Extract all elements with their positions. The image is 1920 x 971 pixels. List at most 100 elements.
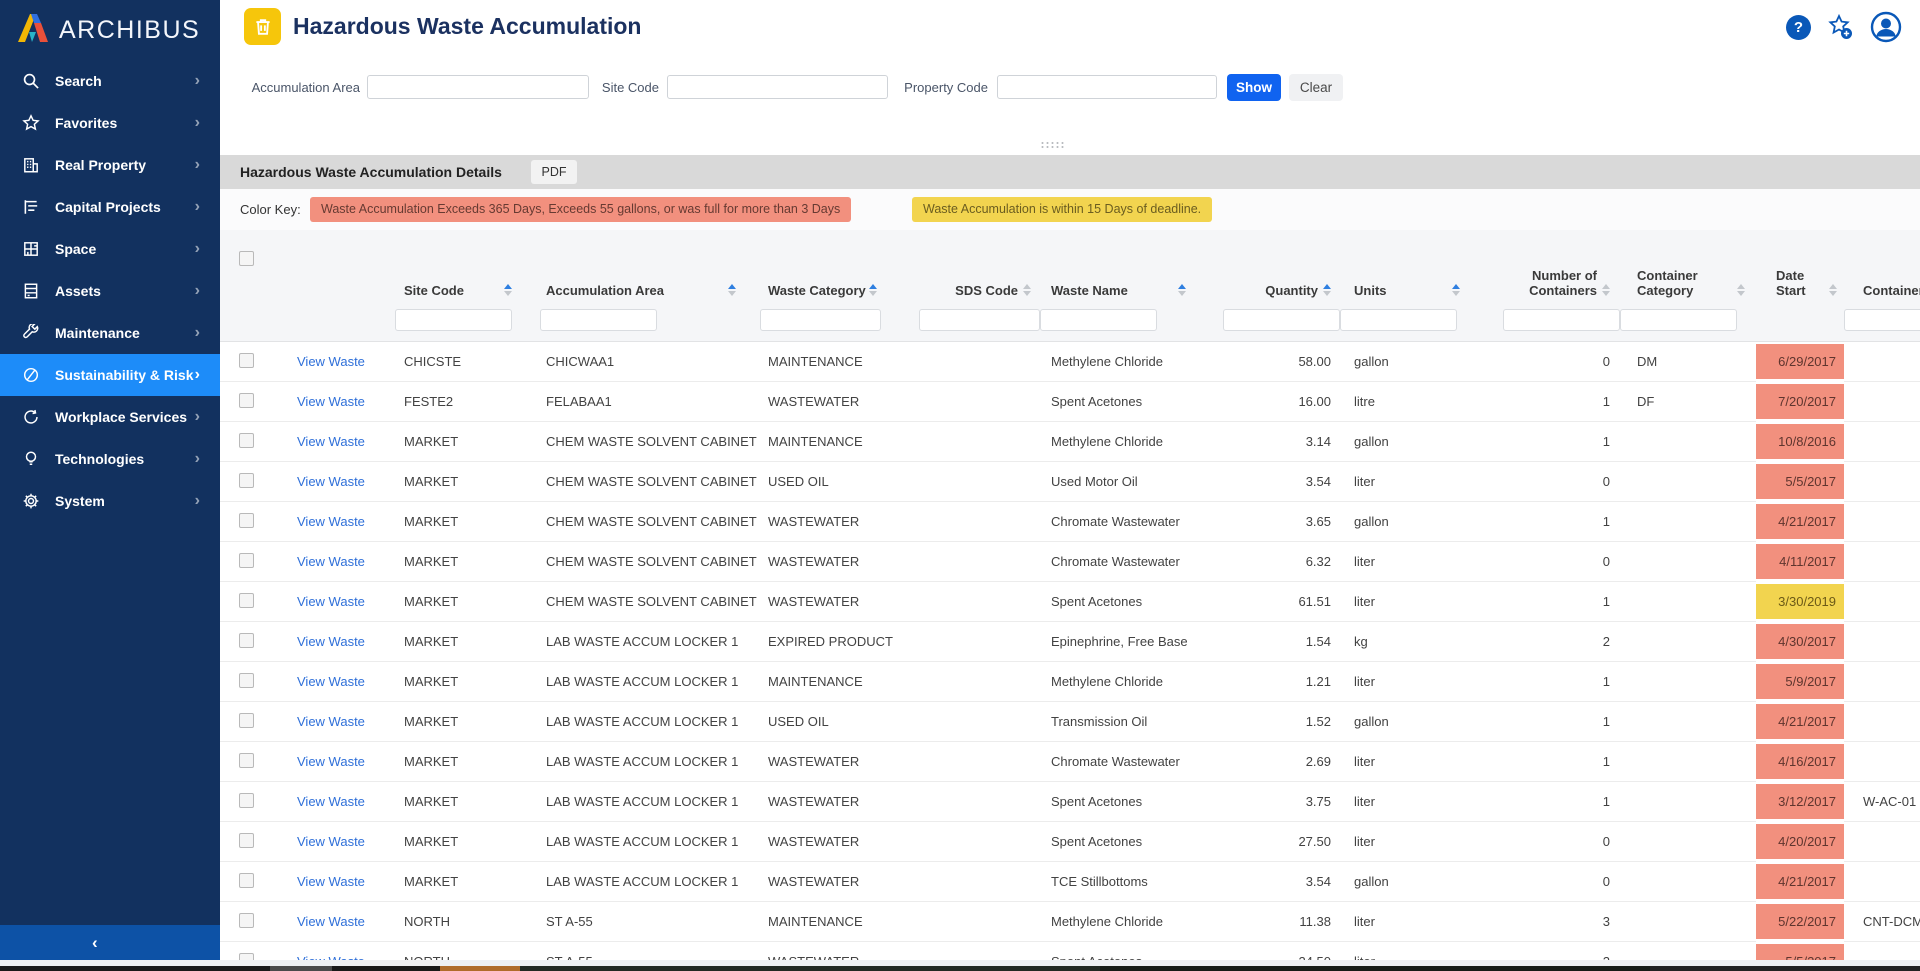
- quantity-column-filter[interactable]: [1223, 309, 1340, 331]
- sort-icon[interactable]: [1829, 284, 1837, 296]
- site-code-column-filter[interactable]: [395, 309, 512, 331]
- sidebar-item-assets[interactable]: Assets ›: [0, 270, 220, 312]
- accumulation-area-cell: CHEM WASTE SOLVENT CABINET: [540, 582, 760, 622]
- sort-icon[interactable]: [1602, 284, 1610, 296]
- site-code-cell: MARKET: [395, 422, 540, 462]
- quantity-cell: 27.50: [1210, 822, 1340, 862]
- archibus-logo[interactable]: ARCHIBUS: [0, 0, 220, 60]
- waste-category-column-filter[interactable]: [760, 309, 881, 331]
- help-icon[interactable]: ?: [1786, 15, 1811, 40]
- units-cell: gallon: [1340, 422, 1480, 462]
- sidebar-item-workplace-services[interactable]: Workplace Services ›: [0, 396, 220, 438]
- container-code-cell: [1844, 582, 1920, 622]
- site-code-cell: MARKET: [395, 462, 540, 502]
- containers-cell: 1: [1480, 782, 1620, 822]
- row-checkbox[interactable]: [239, 793, 254, 808]
- units-column-filter[interactable]: [1340, 309, 1457, 331]
- sidebar-item-capital-projects[interactable]: Capital Projects ›: [0, 186, 220, 228]
- view-waste-link[interactable]: View Waste: [297, 474, 365, 489]
- date-start-cell: 5/22/2017: [1756, 904, 1844, 939]
- view-waste-link[interactable]: View Waste: [297, 514, 365, 529]
- row-checkbox[interactable]: [239, 393, 254, 408]
- sds-code-cell: [905, 742, 1040, 782]
- add-favorite-icon[interactable]: [1826, 13, 1854, 46]
- container-code-cell: CNT-DCM: [1844, 902, 1920, 942]
- property-code-input[interactable]: [997, 75, 1217, 99]
- pdf-button[interactable]: PDF: [531, 160, 577, 184]
- view-waste-link[interactable]: View Waste: [297, 794, 365, 809]
- sidebar-item-system[interactable]: System ›: [0, 480, 220, 522]
- sidebar-item-favorites[interactable]: Favorites ›: [0, 102, 220, 144]
- view-waste-link[interactable]: View Waste: [297, 554, 365, 569]
- sort-icon[interactable]: [1178, 284, 1186, 296]
- table-row: View WasteMARKETLAB WASTE ACCUM LOCKER 1…: [220, 662, 1920, 702]
- view-waste-link[interactable]: View Waste: [297, 754, 365, 769]
- row-checkbox[interactable]: [239, 553, 254, 568]
- row-checkbox[interactable]: [239, 713, 254, 728]
- date-start-cell: 4/11/2017: [1756, 544, 1844, 579]
- view-waste-link[interactable]: View Waste: [297, 674, 365, 689]
- row-checkbox[interactable]: [239, 833, 254, 848]
- view-waste-link[interactable]: View Waste: [297, 394, 365, 409]
- view-waste-link[interactable]: View Waste: [297, 834, 365, 849]
- panel-resize-handle[interactable]: [1040, 141, 1066, 148]
- containers-column-filter[interactable]: [1503, 309, 1620, 331]
- select-all-checkbox[interactable]: [239, 251, 254, 266]
- units-cell: gallon: [1340, 502, 1480, 542]
- sds-code-column-filter[interactable]: [919, 309, 1040, 331]
- container-column-filter[interactable]: [1844, 309, 1920, 331]
- hazardous-waste-icon: [244, 8, 281, 45]
- row-checkbox[interactable]: [239, 913, 254, 928]
- row-checkbox[interactable]: [239, 353, 254, 368]
- waste-name-cell: Spent Acetones: [1040, 582, 1210, 622]
- container-category-cell: [1620, 542, 1756, 582]
- view-waste-link[interactable]: View Waste: [297, 594, 365, 609]
- accumulation-area-label: Accumulation Area: [220, 74, 360, 102]
- sidebar-item-maintenance[interactable]: Maintenance ›: [0, 312, 220, 354]
- assets-icon: [22, 282, 40, 300]
- waste-category-cell: EXPIRED PRODUCT: [760, 622, 905, 662]
- quantity-cell: 58.00: [1210, 342, 1340, 382]
- user-avatar[interactable]: [1870, 11, 1902, 48]
- view-waste-link[interactable]: View Waste: [297, 634, 365, 649]
- view-waste-link[interactable]: View Waste: [297, 354, 365, 369]
- accumulation-area-cell: LAB WASTE ACCUM LOCKER 1: [540, 822, 760, 862]
- accumulation-area-column-filter[interactable]: [540, 309, 657, 331]
- sidebar-item-search[interactable]: Search ›: [0, 60, 220, 102]
- clear-button[interactable]: Clear: [1289, 74, 1343, 101]
- waste-name-cell: Chromate Wastewater: [1040, 542, 1210, 582]
- sort-icon[interactable]: [1023, 284, 1031, 296]
- accumulation-area-cell: LAB WASTE ACCUM LOCKER 1: [540, 862, 760, 902]
- table-header-row: Site Code Accumulation Area Waste Catego…: [220, 230, 1920, 307]
- view-waste-link[interactable]: View Waste: [297, 714, 365, 729]
- sort-icon[interactable]: [1452, 284, 1460, 296]
- sidebar-item-real-property[interactable]: Real Property ›: [0, 144, 220, 186]
- sidebar-item-technologies[interactable]: Technologies ›: [0, 438, 220, 480]
- container-category-cell: DF: [1620, 382, 1756, 422]
- row-checkbox[interactable]: [239, 673, 254, 688]
- container-category-column-filter[interactable]: [1620, 309, 1737, 331]
- sidebar-item-space[interactable]: Space ›: [0, 228, 220, 270]
- container-code-cell: [1844, 342, 1920, 382]
- sort-icon[interactable]: [869, 284, 877, 296]
- view-waste-link[interactable]: View Waste: [297, 874, 365, 889]
- sidebar-collapse-button[interactable]: ‹: [0, 925, 220, 960]
- sort-icon[interactable]: [504, 284, 512, 296]
- waste-name-column-filter[interactable]: [1040, 309, 1157, 331]
- sidebar-item-sustainability-risk[interactable]: Sustainability & Risk ›: [0, 354, 220, 396]
- sort-icon[interactable]: [728, 284, 736, 296]
- row-checkbox[interactable]: [239, 593, 254, 608]
- show-button[interactable]: Show: [1227, 74, 1281, 101]
- view-waste-link[interactable]: View Waste: [297, 434, 365, 449]
- sort-icon[interactable]: [1323, 284, 1331, 296]
- row-checkbox[interactable]: [239, 633, 254, 648]
- container-category-cell: [1620, 782, 1756, 822]
- row-checkbox[interactable]: [239, 873, 254, 888]
- units-cell: gallon: [1340, 862, 1480, 902]
- row-checkbox[interactable]: [239, 433, 254, 448]
- sort-icon[interactable]: [1737, 284, 1745, 296]
- row-checkbox[interactable]: [239, 753, 254, 768]
- row-checkbox[interactable]: [239, 473, 254, 488]
- row-checkbox[interactable]: [239, 513, 254, 528]
- view-waste-link[interactable]: View Waste: [297, 914, 365, 929]
